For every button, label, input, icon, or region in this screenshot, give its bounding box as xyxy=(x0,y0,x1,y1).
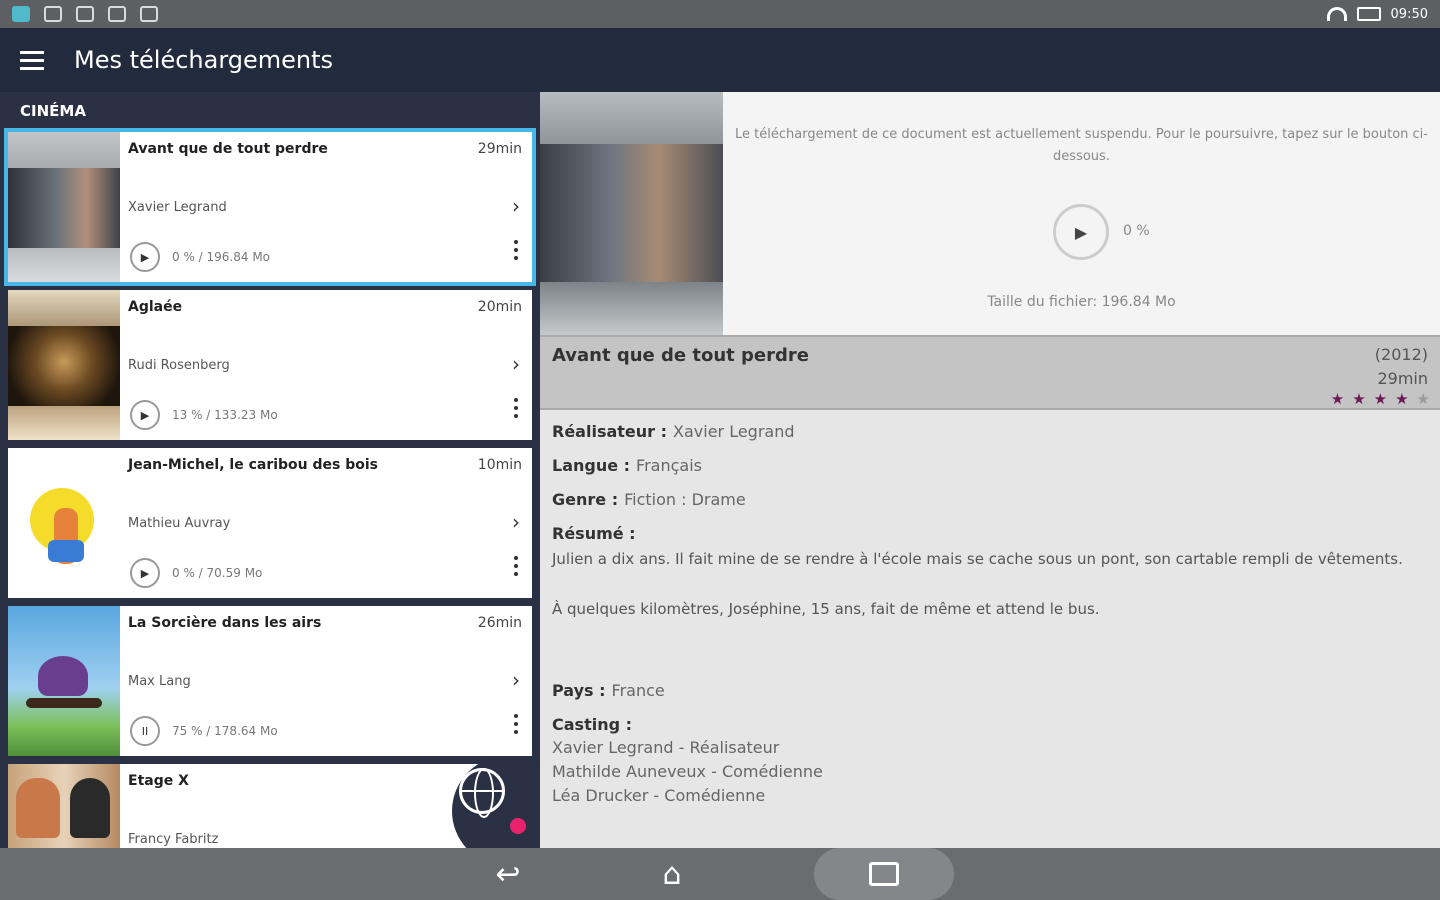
movie-thumbnail xyxy=(8,290,120,440)
movie-thumbnail xyxy=(8,448,120,598)
home-icon[interactable]: ⌂ xyxy=(650,856,694,892)
clock: 09:50 xyxy=(1390,6,1428,22)
message-icon xyxy=(44,6,62,22)
cast-member: Léa Drucker - Comédienne xyxy=(552,786,766,805)
cast-label: Casting : xyxy=(552,715,633,734)
notification-badge xyxy=(510,818,526,834)
summary-label: Résumé : xyxy=(552,524,636,543)
globe-icon xyxy=(459,768,505,818)
movie-metadata: Réalisateur : Xavier Legrand Langue : Fran… xyxy=(552,422,1428,808)
item-duration: 26min xyxy=(477,615,522,631)
item-director: Xavier Legrand xyxy=(128,200,227,215)
movie-poster xyxy=(540,92,723,335)
wifi-icon xyxy=(1326,7,1347,21)
more-options-icon[interactable] xyxy=(514,556,518,576)
status-bar: 09:50 xyxy=(0,0,1440,28)
star-empty-icon: ★ xyxy=(1416,390,1430,408)
chevron-right-icon[interactable]: › xyxy=(512,668,520,692)
resume-download-button[interactable]: ▶ xyxy=(1053,204,1109,260)
movie-year: (2012) xyxy=(1374,345,1428,364)
star-icon: ★ xyxy=(1395,390,1409,408)
movie-title: Avant que de tout perdre xyxy=(552,345,809,366)
chevron-right-icon[interactable]: › xyxy=(512,194,520,218)
item-director: Mathieu Auvray xyxy=(128,516,231,531)
download-item[interactable]: Aglaée 20min Rudi Rosenberg › ▶ 13 % / 1… xyxy=(8,290,532,440)
movie-thumbnail xyxy=(8,132,120,282)
summary-paragraph: À quelques kilomètres, Joséphine, 15 ans… xyxy=(552,600,1100,618)
director-label: Réalisateur : xyxy=(552,422,668,441)
item-director: Francy Fabritz xyxy=(128,832,219,847)
item-duration: 20min xyxy=(477,299,522,315)
item-duration: 29min xyxy=(477,141,522,157)
play-store-icon xyxy=(140,6,158,22)
back-icon[interactable]: ↩ xyxy=(486,856,530,892)
star-icon: ★ xyxy=(1352,390,1366,408)
movie-thumbnail xyxy=(8,764,120,848)
more-options-icon[interactable] xyxy=(514,714,518,734)
detail-panel: Le téléchargement de ce document est act… xyxy=(540,92,1440,848)
language-label: Langue : xyxy=(552,456,631,475)
recent-apps-button[interactable] xyxy=(814,848,954,900)
download-item[interactable]: Jean-Michel, le caribou des bois 10min M… xyxy=(8,448,532,598)
movie-title-bar: Avant que de tout perdre (2012) 29min ★ … xyxy=(540,335,1440,410)
download-status-panel: Le téléchargement de ce document est act… xyxy=(723,92,1440,335)
system-nav-bar: ↩ ⌂ xyxy=(0,848,1440,900)
item-title: Avant que de tout perdre xyxy=(128,141,328,157)
country-value: France xyxy=(611,681,665,700)
language-value: Français xyxy=(636,456,702,475)
movie-duration: 29min xyxy=(1377,369,1428,388)
summary-paragraph: Julien a dix ans. Il fait mine de se ren… xyxy=(552,550,1403,568)
battery-icon xyxy=(1356,7,1381,21)
download-item[interactable]: Avant que de tout perdre 29min Xavier Le… xyxy=(4,128,536,286)
item-title: Jean-Michel, le caribou des bois xyxy=(128,457,379,473)
play-icon[interactable]: ▶ xyxy=(130,400,160,430)
movie-thumbnail xyxy=(8,606,120,756)
star-icon: ★ xyxy=(1373,390,1388,408)
star-icon: ★ xyxy=(1330,390,1345,408)
item-title: Aglaée xyxy=(128,299,183,315)
play-icon[interactable]: ▶ xyxy=(130,242,160,272)
chevron-right-icon[interactable]: › xyxy=(512,510,520,534)
hamburger-menu-icon[interactable] xyxy=(20,50,44,70)
file-size: Taille du fichier: 196.84 Mo xyxy=(987,294,1176,310)
page-title: Mes téléchargements xyxy=(74,46,334,74)
pause-icon[interactable]: II xyxy=(130,716,160,746)
section-header: CINÉMA xyxy=(0,92,540,128)
cast-member: Mathilde Auneveux - Comédienne xyxy=(552,762,823,781)
rating-stars: ★ ★ ★ ★ ★ xyxy=(1331,390,1430,408)
item-director: Rudi Rosenberg xyxy=(128,358,230,373)
app-notification-icon xyxy=(12,6,30,22)
item-progress: 0 % / 70.59 Mo xyxy=(172,566,263,580)
item-duration: 10min xyxy=(477,457,522,473)
recent-apps-icon xyxy=(869,862,899,886)
sync-icon xyxy=(76,6,94,22)
download-percent: 0 % xyxy=(1123,223,1150,239)
item-progress: 0 % / 196.84 Mo xyxy=(172,250,271,264)
download-message: Le téléchargement de ce document est act… xyxy=(735,127,1428,164)
gallery-icon xyxy=(108,6,126,22)
country-label: Pays : xyxy=(552,681,606,700)
item-title: Etage X xyxy=(128,773,189,789)
director-value: Xavier Legrand xyxy=(673,422,795,441)
genre-value: Fiction : Drame xyxy=(624,490,746,509)
genre-label: Genre : xyxy=(552,490,619,509)
notification-icons xyxy=(12,6,158,22)
play-icon[interactable]: ▶ xyxy=(130,558,160,588)
item-title: La Sorcière dans les airs xyxy=(128,615,322,631)
chevron-right-icon[interactable]: › xyxy=(512,352,520,376)
item-progress: 75 % / 178.64 Mo xyxy=(172,724,278,738)
more-options-icon[interactable] xyxy=(514,240,518,260)
app-bar: Mes téléchargements xyxy=(0,28,1440,92)
item-progress: 13 % / 133.23 Mo xyxy=(172,408,278,422)
more-options-icon[interactable] xyxy=(514,398,518,418)
downloads-list-panel: CINÉMA Avant que de tout perdre 29min Xa… xyxy=(0,92,540,848)
download-item[interactable]: La Sorcière dans les airs 26min Max Lang… xyxy=(8,606,532,756)
item-director: Max Lang xyxy=(128,674,191,689)
cast-member: Xavier Legrand - Réalisateur xyxy=(552,738,780,757)
